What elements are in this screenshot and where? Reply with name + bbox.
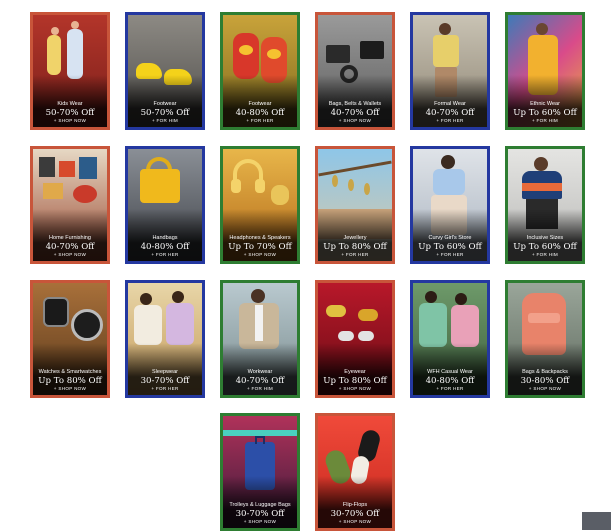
tile-category: Headphones & Speakers bbox=[229, 235, 291, 241]
tile-offer: 40-80% Off bbox=[425, 376, 475, 386]
tile-cta[interactable]: + FOR HER bbox=[128, 386, 202, 392]
category-banner-grid: Kids Wear 50-70% Off + SHOP NOW Footwear… bbox=[0, 0, 611, 531]
tile-handbags[interactable]: Handbags 40-80% Off + FOR HER bbox=[125, 146, 205, 264]
tile-category: Sleepwear bbox=[152, 369, 178, 375]
tile-category: Ethnic Wear bbox=[530, 101, 560, 107]
tile-inclusive-sizes[interactable]: Inclusive Sizes Up To 60% Off + FOR HIM bbox=[505, 146, 585, 264]
tile-bags-belts-wallets[interactable]: Bags, Belts & Wallets 40-70% Off + SHOP … bbox=[315, 12, 395, 130]
tile-category: Footwear bbox=[248, 101, 272, 107]
tile-cta[interactable]: + SHOP NOW bbox=[508, 386, 582, 392]
tile-cta[interactable]: + FOR HER bbox=[413, 118, 487, 124]
tile-bags-backpacks[interactable]: Bags & Backpacks 30-80% Off + SHOP NOW bbox=[505, 280, 585, 398]
tile-wfh-casual-wear[interactable]: WFH Casual Wear 40-80% Off + FOR HER bbox=[410, 280, 490, 398]
tile-cta[interactable]: + FOR HER bbox=[413, 386, 487, 392]
tile-category: Footwear bbox=[153, 101, 177, 107]
tile-category: Watches & Smartwatches bbox=[38, 369, 102, 375]
tile-cta[interactable]: + FOR HIM bbox=[508, 118, 582, 124]
tile-cta[interactable]: + FOR HIM bbox=[128, 118, 202, 124]
tile-offer: 40-70% Off bbox=[425, 108, 475, 118]
tile-offer: 40-80% Off bbox=[235, 108, 285, 118]
tile-offer: 30-80% Off bbox=[520, 376, 570, 386]
tile-category: Workwear bbox=[247, 369, 273, 375]
tile-offer: 50-70% Off bbox=[140, 108, 190, 118]
tile-category: Bags & Backpacks bbox=[522, 369, 568, 375]
tile-sleepwear[interactable]: Sleepwear 30-70% Off + FOR HER bbox=[125, 280, 205, 398]
tile-cta[interactable]: + FOR HER bbox=[318, 252, 392, 258]
tile-category: Home Furnishing bbox=[49, 235, 91, 241]
tile-category: Curvy Girl's Store bbox=[428, 235, 472, 241]
tile-headphones-speakers[interactable]: Headphones & Speakers Up To 70% Off + SH… bbox=[220, 146, 300, 264]
tile-offer: Up To 80% Off bbox=[323, 242, 387, 252]
tile-offer: 30-70% Off bbox=[140, 376, 190, 386]
tile-cta[interactable]: + FOR HIM bbox=[508, 252, 582, 258]
tile-curvy-girls-store[interactable]: Curvy Girl's Store Up To 60% Off + FOR H… bbox=[410, 146, 490, 264]
tile-cta[interactable]: + SHOP NOW bbox=[223, 252, 297, 258]
tile-cta[interactable]: + FOR HER bbox=[128, 252, 202, 258]
tile-trolleys-luggage-bags[interactable]: Trolleys & Luggage Bags 30-70% Off + SHO… bbox=[220, 413, 300, 531]
tile-home-furnishing[interactable]: Home Furnishing 40-70% Off + SHOP NOW bbox=[30, 146, 110, 264]
tile-offer: Up To 60% Off bbox=[513, 242, 577, 252]
tile-watches-smartwatches[interactable]: Watches & Smartwatches Up To 80% Off + S… bbox=[30, 280, 110, 398]
tile-offer: 40-80% Off bbox=[140, 242, 190, 252]
tile-cta[interactable]: + SHOP NOW bbox=[33, 118, 107, 124]
tile-category: Handbags bbox=[152, 235, 178, 241]
tile-cta[interactable]: + SHOP NOW bbox=[33, 386, 107, 392]
tile-offer: 40-70% Off bbox=[45, 242, 95, 252]
tile-cta[interactable]: + FOR HER bbox=[413, 252, 487, 258]
tile-category: Inclusive Sizes bbox=[526, 235, 564, 241]
tile-category: Jewellery bbox=[343, 235, 367, 241]
tile-cta[interactable]: + SHOP NOW bbox=[223, 519, 297, 525]
tile-category: Eyewear bbox=[344, 369, 366, 375]
tile-eyewear[interactable]: Eyewear Up To 80% Off + SHOP NOW bbox=[315, 280, 395, 398]
tile-cta[interactable]: + SHOP NOW bbox=[33, 252, 107, 258]
tile-category: Trolleys & Luggage Bags bbox=[229, 502, 291, 508]
tile-offer: 30-70% Off bbox=[235, 509, 285, 519]
tile-cta[interactable]: + FOR HIM bbox=[223, 386, 297, 392]
tile-category: Bags, Belts & Wallets bbox=[328, 101, 382, 107]
tile-offer: Up To 60% Off bbox=[418, 242, 482, 252]
tile-category: Kids Wear bbox=[57, 101, 83, 107]
tile-cta[interactable]: + SHOP NOW bbox=[318, 118, 392, 124]
tile-footwear-him[interactable]: Footwear 50-70% Off + FOR HIM bbox=[125, 12, 205, 130]
tile-cta[interactable]: + SHOP NOW bbox=[318, 519, 392, 525]
tile-workwear[interactable]: Workwear 40-70% Off + FOR HIM bbox=[220, 280, 300, 398]
tile-offer: 40-70% Off bbox=[235, 376, 285, 386]
tile-formal-wear[interactable]: Formal Wear 40-70% Off + FOR HER bbox=[410, 12, 490, 130]
tile-flip-flops[interactable]: Flip-Flops 30-70% Off + SHOP NOW bbox=[315, 413, 395, 531]
tile-cta[interactable]: + SHOP NOW bbox=[318, 386, 392, 392]
tile-jewellery[interactable]: Jewellery Up To 80% Off + FOR HER bbox=[315, 146, 395, 264]
tile-footwear-her[interactable]: Footwear 40-80% Off + FOR HER bbox=[220, 12, 300, 130]
tile-offer: Up To 80% Off bbox=[38, 376, 102, 386]
tile-category: Flip-Flops bbox=[342, 502, 368, 508]
tile-ethnic-wear[interactable]: Ethnic Wear Up To 60% Off + FOR HIM bbox=[505, 12, 585, 130]
scroll-to-top-button[interactable] bbox=[582, 512, 611, 530]
tile-offer: 50-70% Off bbox=[45, 108, 95, 118]
tile-offer: 40-70% Off bbox=[330, 108, 380, 118]
tile-offer: 30-70% Off bbox=[330, 509, 380, 519]
tile-category: WFH Casual Wear bbox=[427, 369, 473, 375]
tile-category: Formal Wear bbox=[434, 101, 466, 107]
tile-offer: Up To 60% Off bbox=[513, 108, 577, 118]
tile-offer: Up To 80% Off bbox=[323, 376, 387, 386]
tile-offer: Up To 70% Off bbox=[228, 242, 292, 252]
tile-kids-wear[interactable]: Kids Wear 50-70% Off + SHOP NOW bbox=[30, 12, 110, 130]
tile-cta[interactable]: + FOR HER bbox=[223, 118, 297, 124]
